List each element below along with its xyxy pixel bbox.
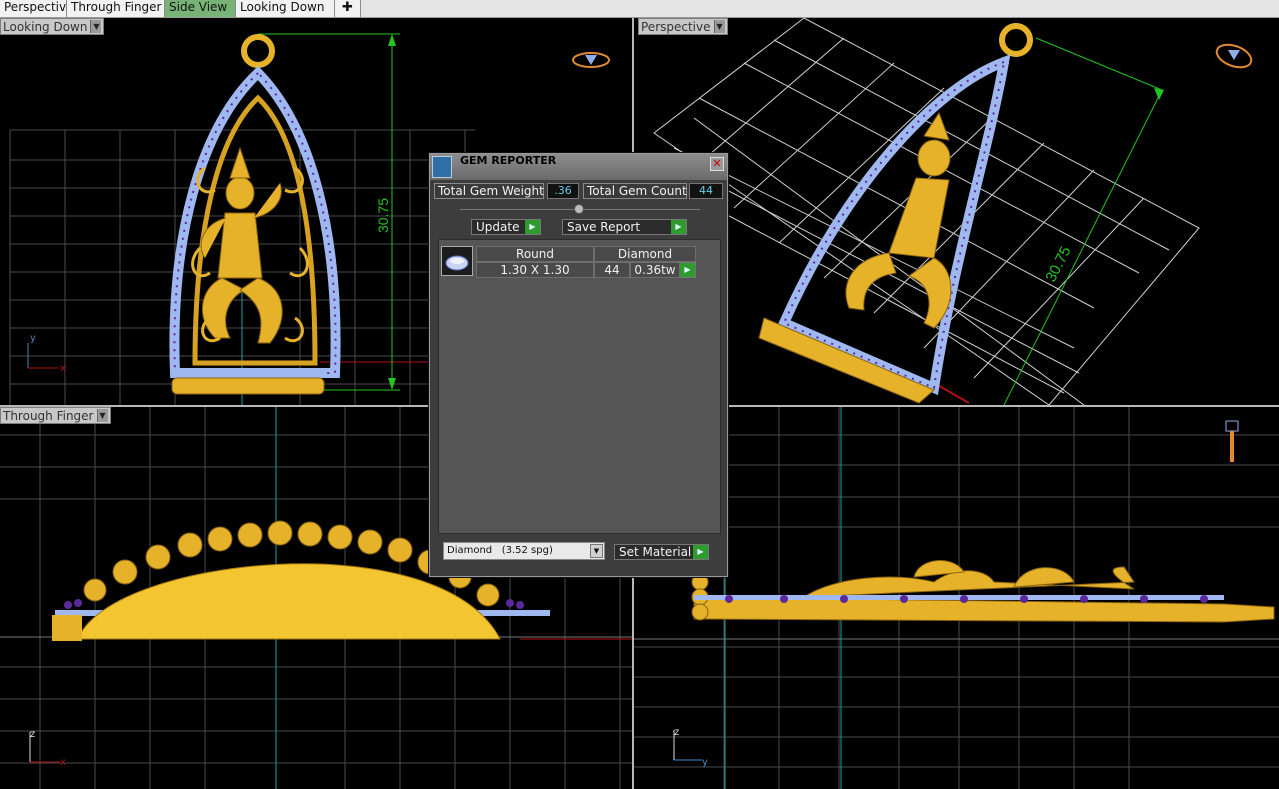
total-gem-weight-label: Total Gem Weight [434, 183, 544, 199]
play-arrow-icon: ▶ [671, 220, 686, 234]
gem-material-cell: Diamond [594, 246, 696, 262]
tab-side-view[interactable]: Side View [165, 0, 236, 17]
side-view-scene: z y [634, 407, 1279, 789]
material-select[interactable]: Diamond (3.52 spg) ▼ [443, 542, 605, 560]
total-gem-count-value: 44 [689, 183, 723, 199]
z-axis-label: z [30, 729, 35, 740]
tab-through-finger[interactable]: Through Finger [67, 0, 165, 17]
gem-row-go-button[interactable]: ▶ [680, 262, 696, 278]
y-axis-label: y [30, 333, 36, 344]
set-material-button-label: Set Material [619, 545, 692, 559]
perspective-scene: 30.75 [653, 18, 1253, 405]
material-select-value: Diamond (3.52 spg) [447, 545, 553, 556]
gem-reporter-app-icon [432, 156, 452, 178]
x-axis-label: x [60, 363, 66, 374]
chevron-down-icon[interactable]: ▼ [713, 20, 725, 33]
total-gem-count-label: Total Gem Count [583, 183, 687, 199]
gem-shape-cell: Round [476, 246, 594, 262]
viewport-title: Through Finger [3, 408, 94, 423]
gem-count-cell: 44 [594, 262, 630, 278]
round-gem-icon[interactable] [441, 246, 473, 276]
update-button-label: Update [476, 220, 520, 234]
gem-size-cell: 1.30 X 1.30 [476, 262, 594, 278]
viewport-label-through-finger[interactable]: Through Finger ▼ [0, 407, 111, 424]
tab-perspective[interactable]: Perspective [0, 0, 74, 17]
z-axis-label: z [674, 727, 679, 738]
x-axis-label: x [60, 757, 66, 768]
splitter-knob[interactable] [574, 204, 584, 214]
y-axis-label: y [702, 757, 708, 768]
chevron-down-icon[interactable]: ▼ [90, 20, 102, 33]
viewport-label-looking-down[interactable]: Looking Down ▼ [0, 18, 105, 35]
play-arrow-icon: ▶ [680, 263, 695, 277]
viewport-title: Looking Down [3, 19, 88, 34]
update-button[interactable]: Update ▶ [471, 219, 541, 235]
set-material-button[interactable]: Set Material ▶ [614, 544, 709, 560]
dimension-label: 30.75 [375, 198, 391, 233]
round-gem-glyph [445, 255, 469, 271]
close-icon[interactable]: ✕ [710, 157, 724, 171]
gem-weight-cell: 0.36tw [630, 262, 680, 278]
play-arrow-icon: ▶ [525, 220, 540, 234]
gem-reporter-title: GEM REPORTER [460, 154, 557, 167]
viewport-title: Perspective [641, 19, 711, 34]
viewport-label-perspective[interactable]: Perspective ▼ [638, 18, 728, 35]
save-report-button-label: Save Report [567, 220, 641, 234]
view-tab-bar: Perspective Through Finger Side View Loo… [0, 0, 1279, 18]
gem-reporter-titlebar[interactable]: GEM REPORTER ✕ [430, 154, 727, 180]
total-gem-weight-value: .36 [547, 183, 579, 199]
add-tab-icon[interactable]: ✚ [335, 0, 361, 17]
chevron-down-icon[interactable]: ▼ [96, 409, 108, 422]
viewport-side-view[interactable]: z y [634, 407, 1279, 789]
tab-looking-down[interactable]: Looking Down [236, 0, 335, 17]
dimension-label: 30.75 [1042, 244, 1074, 285]
gem-reporter-window: GEM REPORTER ✕ Total Gem Weight .36 Tota… [429, 153, 728, 577]
viewport-perspective[interactable]: 30.75 Perspective ▼ [634, 18, 1279, 405]
play-arrow-icon: ▶ [693, 545, 708, 559]
save-report-button[interactable]: Save Report ▶ [562, 219, 687, 235]
gem-list[interactable]: Round Diamond 1.30 X 1.30 44 0.36tw ▶ [438, 239, 721, 534]
chevron-down-icon[interactable]: ▼ [590, 544, 603, 558]
